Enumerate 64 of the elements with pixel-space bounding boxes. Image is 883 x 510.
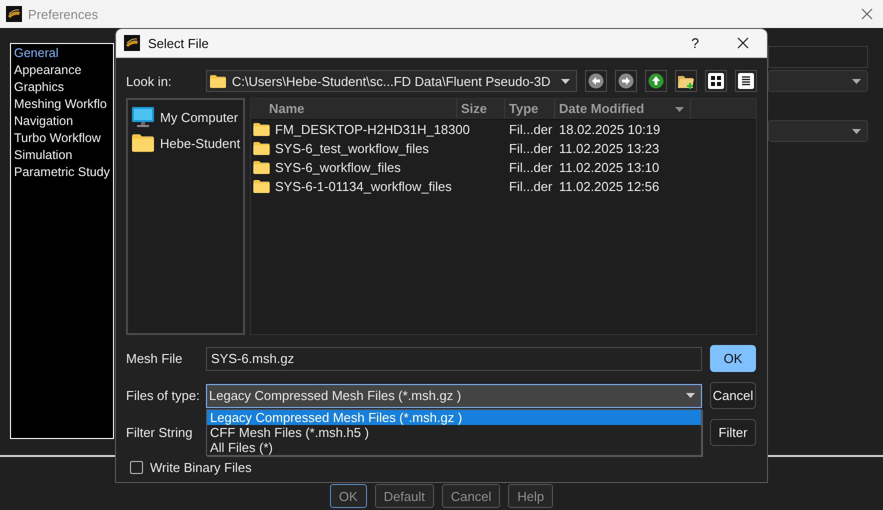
column-header[interactable]: Size [457,99,505,119]
filter-button[interactable]: Filter [710,419,756,446]
app-logo-icon [124,35,140,51]
computer-icon [132,107,154,127]
file-name[interactable]: FM_DESKTOP-H2HD31H_18300 [275,122,470,137]
help-button[interactable]: ? [691,35,699,51]
place-item[interactable]: My Computer [132,104,243,130]
close-icon[interactable] [737,37,749,49]
window-title: Preferences [28,6,100,22]
file-type: Fil...der [508,179,554,194]
dialog-button[interactable]: Cancel [442,484,500,508]
dialog-button[interactable]: Default [374,484,434,508]
file-type: Fil...der [508,141,554,156]
folder-icon [253,123,270,136]
list-view-button[interactable] [735,70,758,92]
dialog-button[interactable]: OK [330,484,367,508]
folder-icon [253,180,270,193]
back-button[interactable] [585,70,608,92]
folder-icon [253,161,270,174]
icon-view-button[interactable] [705,70,728,92]
app-logo-icon [6,6,22,22]
file-date: 11.02.2025 13:23 [558,141,660,156]
checkbox-label[interactable]: Write Binary Files [150,460,252,475]
column-header[interactable]: Name [251,99,457,119]
folder-icon [210,74,226,88]
cancel-button[interactable]: Cancel [710,382,756,409]
dialog-button[interactable]: Help [508,484,554,508]
place-item[interactable]: Hebe-Student [132,130,243,156]
field-label: Files of type: [126,388,201,403]
caret-icon [852,128,861,134]
file-date: 11.02.2025 12:56 [558,179,660,194]
checkbox[interactable] [130,461,143,474]
caret-icon [686,393,695,398]
caret-icon [561,78,570,84]
sort-icon[interactable] [675,106,684,112]
field-label: Look in: [126,74,173,88]
field-label: Mesh File [126,351,184,366]
place-label[interactable]: Hebe-Student [160,136,240,150]
field-label: Filter String [126,425,194,440]
dialog-title: Select File [148,36,210,50]
file-type: Fil...der [508,160,554,175]
file-type-dropdown[interactable]: Legacy Compressed Mesh Files (*.msh.gz ) [206,384,702,408]
dropdown-option[interactable]: Legacy Compressed Mesh Files (*.msh.gz ) [207,410,701,425]
mesh-file-field[interactable]: SYS-6.msh.gz [206,346,702,370]
place-label[interactable]: My Computer [160,110,238,124]
caret-icon [852,78,861,84]
ok-button[interactable]: OK [710,345,756,372]
dropdown-option[interactable]: CFF Mesh Files (*.msh.h5 ) [207,425,701,440]
file-name[interactable]: SYS-6_workflow_files [275,160,401,175]
up-folder-button[interactable] [645,70,668,92]
folder-icon [132,134,154,152]
folder-icon [253,142,270,155]
file-type: Fil...der [508,122,554,137]
column-header[interactable]: Date Modified [555,99,691,119]
look-in-dropdown[interactable]: C:\Users\Hebe-Student\sc...FD Data\Fluent Pseudo-3D [206,70,578,92]
file-name[interactable]: SYS-6-1-01134_workflow_files [275,179,452,194]
dropdown-option[interactable]: All Files (*) [207,440,701,455]
file-date: 18.02.2025 10:19 [558,122,662,137]
input-field[interactable] [768,46,868,68]
new-folder-button[interactable] [675,70,698,92]
file-name[interactable]: SYS-6_test_workflow_files [275,141,429,156]
column-header[interactable]: Type [505,99,555,119]
forward-button[interactable] [615,70,638,92]
file-date: 11.02.2025 13:10 [558,160,660,175]
